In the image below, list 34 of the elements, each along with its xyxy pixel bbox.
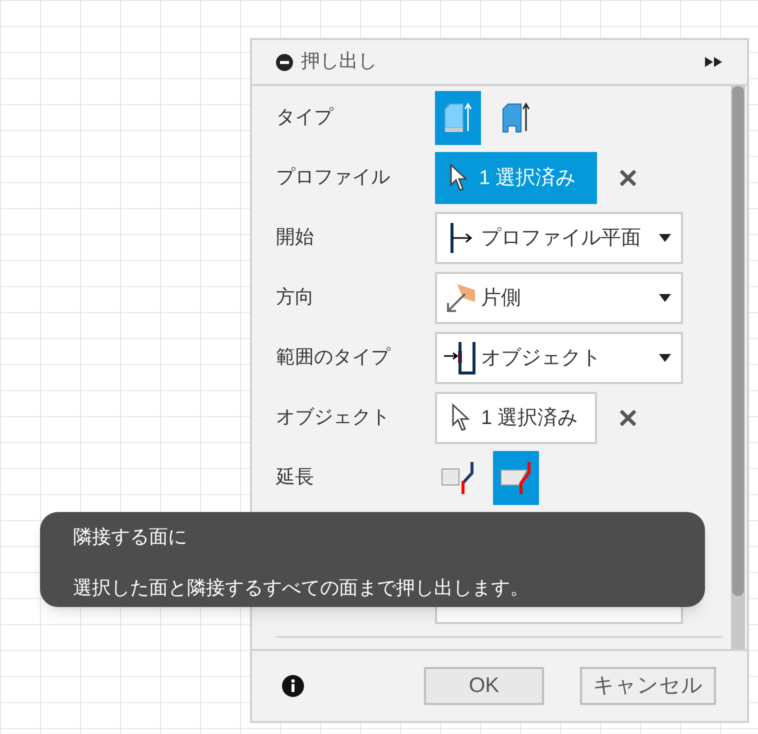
scrollbar-thumb[interactable] xyxy=(732,86,744,596)
field-label: 範囲のタイプ xyxy=(276,346,392,370)
thin-wall-box-icon xyxy=(501,101,531,135)
plane-start-icon xyxy=(448,223,474,253)
collapse-icon[interactable] xyxy=(276,54,293,70)
clear-icon[interactable] xyxy=(619,409,637,427)
field-label: 方向 xyxy=(276,286,315,310)
flag-arrow-icon xyxy=(445,282,477,314)
field-label: 開始 xyxy=(276,226,315,250)
clear-icon[interactable] xyxy=(619,169,637,187)
caret-icon xyxy=(659,294,671,302)
cursor-arrow-icon xyxy=(449,163,469,193)
ok-button[interactable]: OK xyxy=(424,667,544,705)
dialog-title: 押し出し xyxy=(301,50,377,74)
caret-icon xyxy=(659,234,671,242)
field-label: 延長 xyxy=(276,466,315,490)
face-extend-icon xyxy=(499,461,533,495)
face-extend-icon xyxy=(441,461,475,495)
cancel-button[interactable]: キャンセル xyxy=(580,667,716,705)
object-extent-icon xyxy=(444,341,478,375)
field-label: プロファイル xyxy=(276,166,391,190)
tooltip-title: 隣接する面に xyxy=(73,526,188,550)
field-label: タイプ xyxy=(276,106,334,130)
cursor-arrow-icon xyxy=(451,403,471,433)
tooltip-text: 選択した面と隣接するすべての面まで押し出します。 xyxy=(73,576,530,600)
field-label: オブジェクト xyxy=(276,406,391,430)
fast-forward-icon[interactable] xyxy=(705,57,723,67)
caret-icon xyxy=(659,354,671,362)
solid-box-icon xyxy=(443,101,473,135)
selection-button[interactable]: 1 選択済み xyxy=(435,392,597,444)
dropdown[interactable]: プロファイル平面 xyxy=(435,212,683,264)
info-icon[interactable] xyxy=(282,675,304,697)
dropdown[interactable]: 片側 xyxy=(435,272,683,324)
dropdown[interactable]: オブジェクト xyxy=(435,332,683,384)
